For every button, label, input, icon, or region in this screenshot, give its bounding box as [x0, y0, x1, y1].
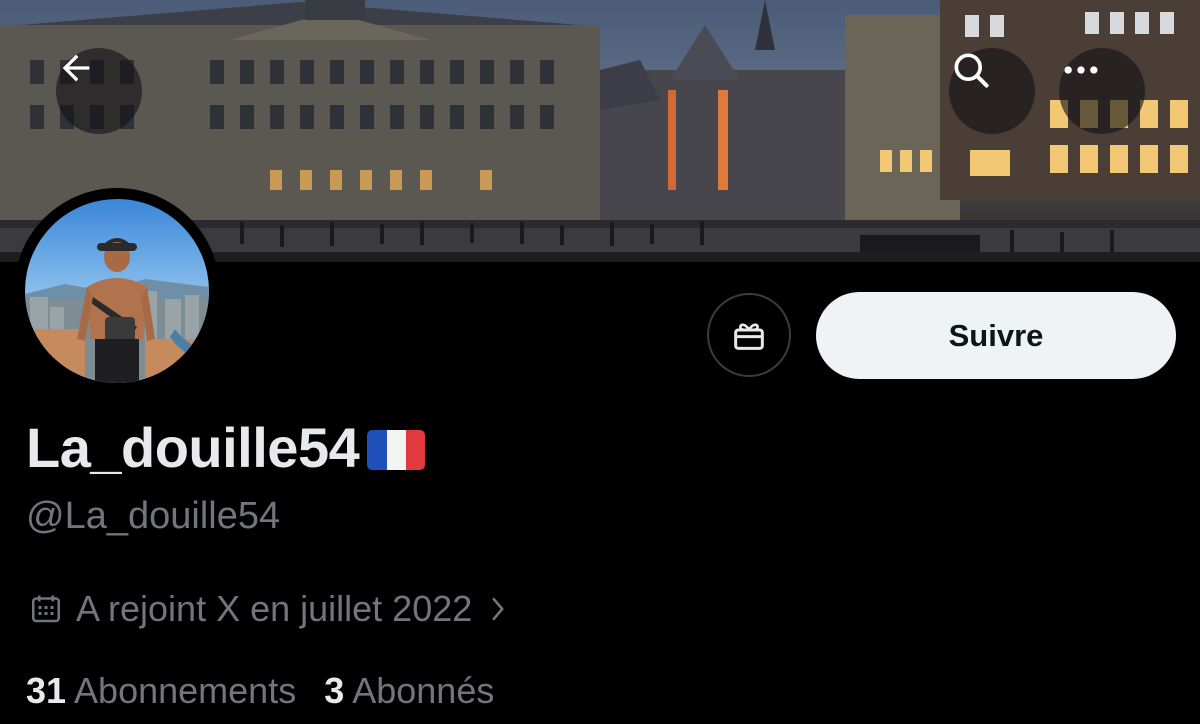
search-button[interactable]	[949, 48, 1035, 134]
followers-count: 3	[324, 670, 345, 711]
gift-button[interactable]	[707, 293, 791, 377]
follow-stats: 31 Abonnements 3 Abonnés	[26, 670, 494, 712]
join-date-text: A rejoint X en juillet 2022	[76, 588, 473, 629]
following-label: Abonnements	[74, 670, 297, 711]
join-date[interactable]: A rejoint X en juillet 2022	[28, 588, 512, 630]
following-count: 31	[26, 670, 67, 711]
followers-label: Abonnés	[352, 670, 495, 711]
chevron-right-icon	[492, 597, 504, 621]
more-options-button[interactable]	[1059, 48, 1145, 134]
arrow-left-icon	[62, 54, 90, 82]
user-handle: @La_douille54	[26, 495, 281, 537]
back-button[interactable]	[56, 48, 142, 134]
follow-button[interactable]: Suivre	[816, 292, 1176, 379]
display-name: La_douille54	[26, 416, 360, 479]
more-horizontal-icon	[1064, 66, 1098, 74]
france-flag-icon	[367, 429, 426, 470]
display-name-row: La_douille54	[26, 415, 426, 480]
avatar-image	[25, 199, 209, 383]
gift-icon	[734, 323, 764, 350]
following-link[interactable]: 31 Abonnements	[26, 670, 296, 712]
followers-link[interactable]: 3 Abonnés	[324, 670, 494, 712]
avatar[interactable]	[14, 188, 220, 394]
calendar-icon	[31, 595, 61, 623]
search-icon	[954, 53, 989, 88]
